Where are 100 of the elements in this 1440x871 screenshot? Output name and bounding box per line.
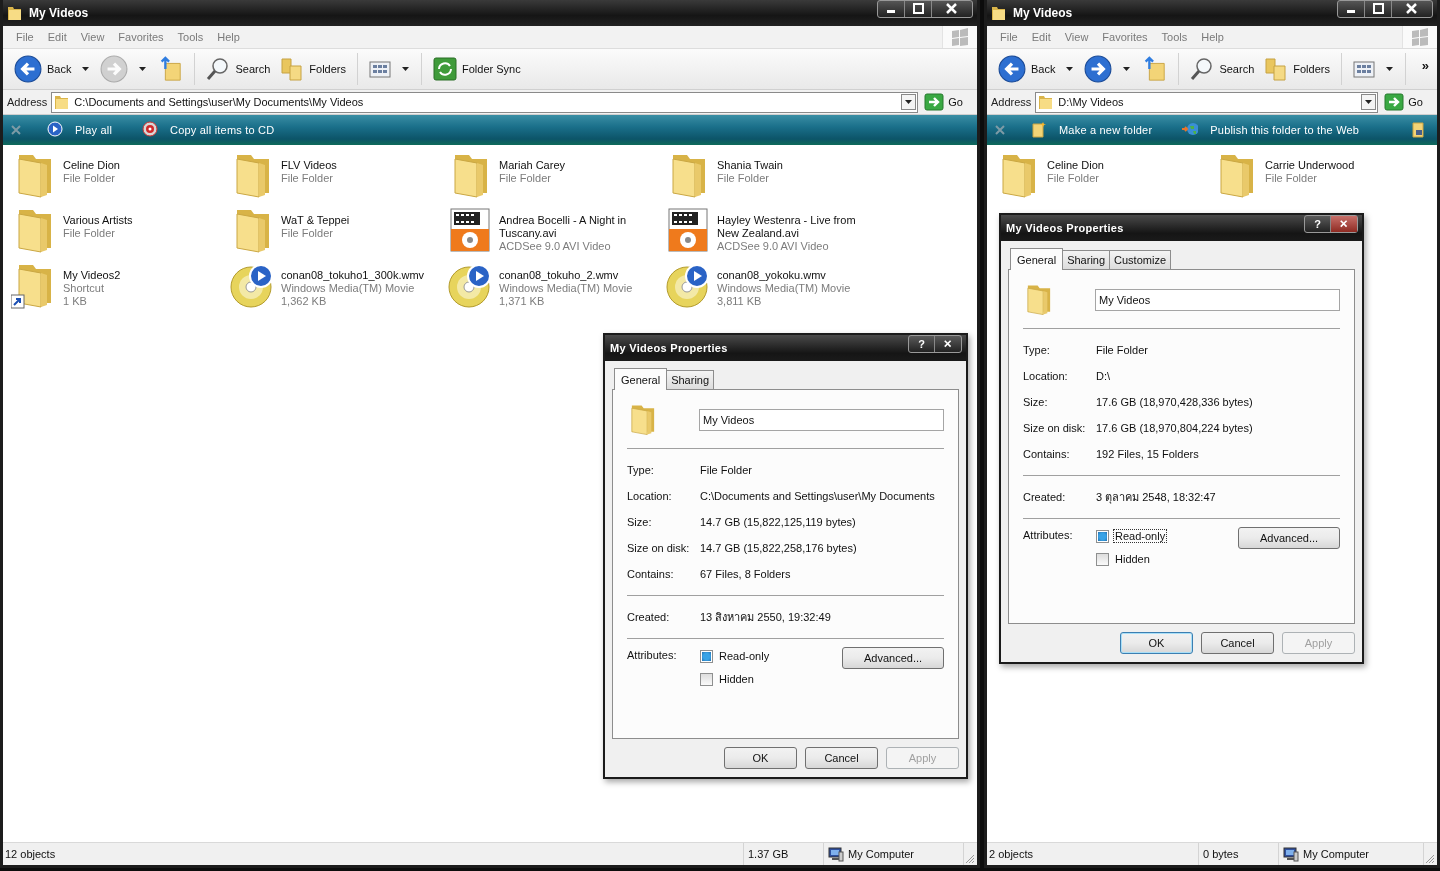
file-name[interactable]: Mariah Carey: [499, 159, 661, 172]
file-name[interactable]: conan08_tokuho_2.wmv: [499, 269, 661, 282]
file-name[interactable]: conan08_yokoku.wmv: [717, 269, 879, 282]
dropdown-caret-icon[interactable]: [402, 67, 409, 71]
file-name[interactable]: FLV Videos: [281, 159, 443, 172]
menu-item[interactable]: Edit: [40, 31, 74, 43]
resize-grip-icon[interactable]: [1424, 852, 1435, 864]
file-name[interactable]: Various Artists: [63, 214, 225, 227]
menu-item[interactable]: Edit: [1024, 31, 1058, 43]
close-icon[interactable]: [1331, 216, 1357, 232]
folder-icon: [7, 5, 23, 21]
property-label: Attributes:: [1023, 529, 1074, 541]
property-label: Type:: [1023, 344, 1051, 356]
menu-item[interactable]: Help: [1194, 31, 1231, 43]
dialog-button[interactable]: OK: [1120, 632, 1193, 654]
more-button[interactable]: »: [1413, 49, 1437, 81]
file-name[interactable]: Shania Twain: [717, 159, 879, 172]
property-value: 13 สิงหาคม 2550, 19:32:49: [700, 610, 831, 625]
dialog-button[interactable]: Cancel: [805, 747, 878, 769]
checkbox[interactable]: [1096, 529, 1109, 543]
status-text: My Computer: [1303, 848, 1370, 860]
property-label: Size:: [627, 516, 653, 528]
folders-button[interactable]: Folders: [1261, 53, 1333, 85]
checkbox[interactable]: [700, 672, 713, 686]
checkbox[interactable]: [1096, 552, 1109, 566]
name-field[interactable]: My Videos: [699, 409, 944, 431]
file-name[interactable]: My Videos2: [63, 269, 225, 282]
task-link[interactable]: Make a new folder: [1023, 121, 1161, 139]
file-name[interactable]: Carrie Underwood: [1265, 159, 1427, 172]
search-button[interactable]: Search: [1187, 53, 1258, 85]
dropdown-caret-icon[interactable]: [1385, 67, 1393, 71]
status-text: My Computer: [848, 848, 915, 860]
search-icon: [1190, 57, 1215, 81]
property-label: Contains:: [1023, 448, 1071, 460]
sync-button[interactable]: Folder Sync: [430, 53, 524, 85]
task-link[interactable]: Play all: [39, 121, 121, 139]
menu-item[interactable]: Favorites: [111, 31, 171, 43]
menu-item[interactable]: Favorites: [1095, 31, 1155, 43]
name-field[interactable]: My Videos: [1095, 289, 1340, 311]
file-name[interactable]: Hayley Westenra - Live from New Zealand.avi: [717, 214, 879, 240]
file-name[interactable]: Celine Dion: [1047, 159, 1209, 172]
property-label: Created:: [627, 611, 671, 623]
dialog-button[interactable]: Cancel: [1201, 632, 1274, 654]
property-value: 14.7 GB (15,822,125,119 bytes): [700, 516, 856, 528]
property-value: 17.6 GB (18,970,804,224 bytes): [1096, 422, 1253, 434]
menu-item[interactable]: Tools: [1154, 31, 1195, 43]
file-detail: Windows Media(TM) Movie: [717, 282, 852, 295]
dropdown-caret-icon[interactable]: [1123, 67, 1131, 71]
file-detail: Windows Media(TM) Movie: [499, 282, 634, 295]
checkbox-label[interactable]: Hidden: [717, 672, 756, 686]
menu-item[interactable]: View: [1057, 31, 1096, 43]
file-name[interactable]: WaT & Teppei: [281, 214, 443, 227]
dropdown-caret-icon[interactable]: [139, 67, 147, 71]
advanced-button[interactable]: Advanced...: [1238, 527, 1340, 549]
advanced-button[interactable]: Advanced...: [842, 647, 944, 669]
property-value: File Folder: [1096, 344, 1148, 356]
address-field[interactable]: C:\Documents and Settings\user\My Documents\My Videos: [51, 91, 919, 113]
property-label: Type:: [627, 464, 655, 476]
file-detail: File Folder: [1047, 172, 1100, 185]
back-button[interactable]: Back: [11, 53, 75, 85]
file-detail: File Folder: [1265, 172, 1318, 185]
file-detail: 1 KB: [63, 295, 88, 308]
tab[interactable]: General: [1010, 248, 1064, 270]
back-button[interactable]: Back: [995, 53, 1059, 85]
tab[interactable]: General: [614, 368, 668, 390]
file-detail: File Folder: [63, 172, 116, 185]
property-label: Contains:: [627, 568, 675, 580]
folder-icon[interactable]: [1411, 121, 1427, 139]
menu-item[interactable]: File: [9, 31, 41, 43]
task-link[interactable]: Copy all items to CD: [134, 121, 283, 139]
checkbox-label[interactable]: Read-only: [1113, 529, 1168, 543]
tab[interactable]: Customize: [1109, 250, 1172, 269]
resize-grip-icon[interactable]: [964, 852, 975, 864]
menu-item[interactable]: View: [73, 31, 112, 43]
file-detail: File Folder: [63, 227, 116, 240]
checkbox-label[interactable]: Read-only: [717, 649, 772, 663]
file-name[interactable]: Celine Dion: [63, 159, 225, 172]
checkbox[interactable]: [700, 649, 713, 663]
dropdown-caret-icon[interactable]: [82, 67, 90, 71]
go-button[interactable]: Go: [922, 93, 973, 111]
dialog-button[interactable]: OK: [724, 747, 797, 769]
folder-icon: [991, 5, 1007, 21]
checkbox-label[interactable]: Hidden: [1113, 552, 1152, 566]
address-field[interactable]: D:\My Videos: [1035, 91, 1379, 113]
file-name[interactable]: conan08_tokuho1_300k.wmv: [281, 269, 443, 282]
property-value: D:\: [1096, 370, 1111, 382]
menu-item[interactable]: Tools: [170, 31, 211, 43]
menu-item[interactable]: File: [993, 31, 1025, 43]
go-button[interactable]: Go: [1382, 93, 1433, 111]
folders-button[interactable]: Folders: [277, 53, 349, 85]
file-detail: 1,371 KB: [499, 295, 546, 308]
file-name[interactable]: Andrea Bocelli - A Night in Tuscany.avi: [499, 214, 661, 240]
menu-item[interactable]: Help: [210, 31, 247, 43]
file-detail: File Folder: [717, 172, 770, 185]
dropdown-caret-icon[interactable]: [1066, 67, 1074, 71]
tab[interactable]: Sharing: [1062, 250, 1111, 269]
property-value: 67 Files, 8 Folders: [700, 568, 791, 580]
task-link[interactable]: Publish this folder to the Web: [1174, 121, 1368, 139]
tab[interactable]: Sharing: [666, 370, 715, 389]
search-button[interactable]: Search: [203, 53, 274, 85]
